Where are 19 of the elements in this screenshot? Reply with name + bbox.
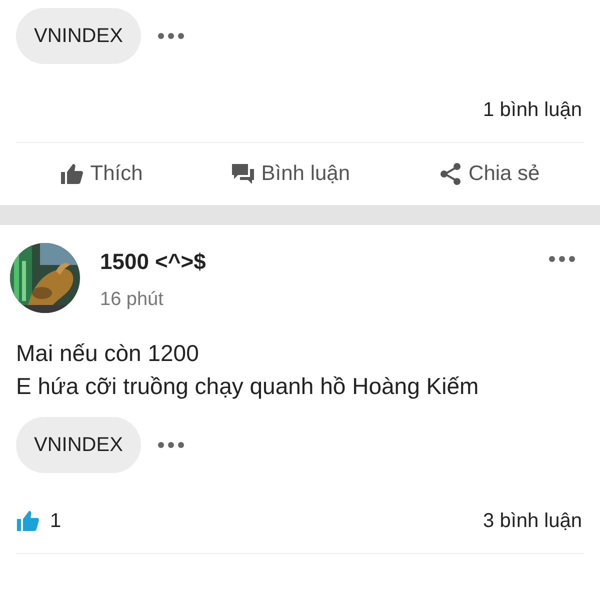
more-icon[interactable] xyxy=(548,255,576,263)
post-text: E hứa cỡi truồng chạy quanh hồ Hoàng Kiếm xyxy=(16,372,480,401)
comment-button[interactable]: Bình luận xyxy=(223,158,358,190)
author-name[interactable]: 1500 <^>$ xyxy=(100,249,532,275)
post-text: Mai nếu còn 1200 xyxy=(16,339,200,368)
comment-count[interactable]: 3 bình luận xyxy=(483,510,582,532)
comment-count[interactable]: 1 bình luận xyxy=(483,98,582,122)
speech-bubbles-icon xyxy=(231,162,256,186)
post-time: 16 phút xyxy=(100,289,164,311)
thumbs-up-icon xyxy=(16,509,40,533)
share-button[interactable]: Chia sẻ xyxy=(430,158,548,190)
like-count: 1 xyxy=(50,510,62,532)
thumbs-up-icon xyxy=(60,162,84,186)
tag-chip[interactable]: VNINDEX xyxy=(16,417,141,473)
tag-chip[interactable]: VNINDEX xyxy=(16,8,141,64)
share-icon xyxy=(438,162,463,186)
more-icon[interactable] xyxy=(156,32,185,40)
like-button[interactable]: Thích xyxy=(52,158,151,190)
more-icon[interactable] xyxy=(156,441,185,449)
